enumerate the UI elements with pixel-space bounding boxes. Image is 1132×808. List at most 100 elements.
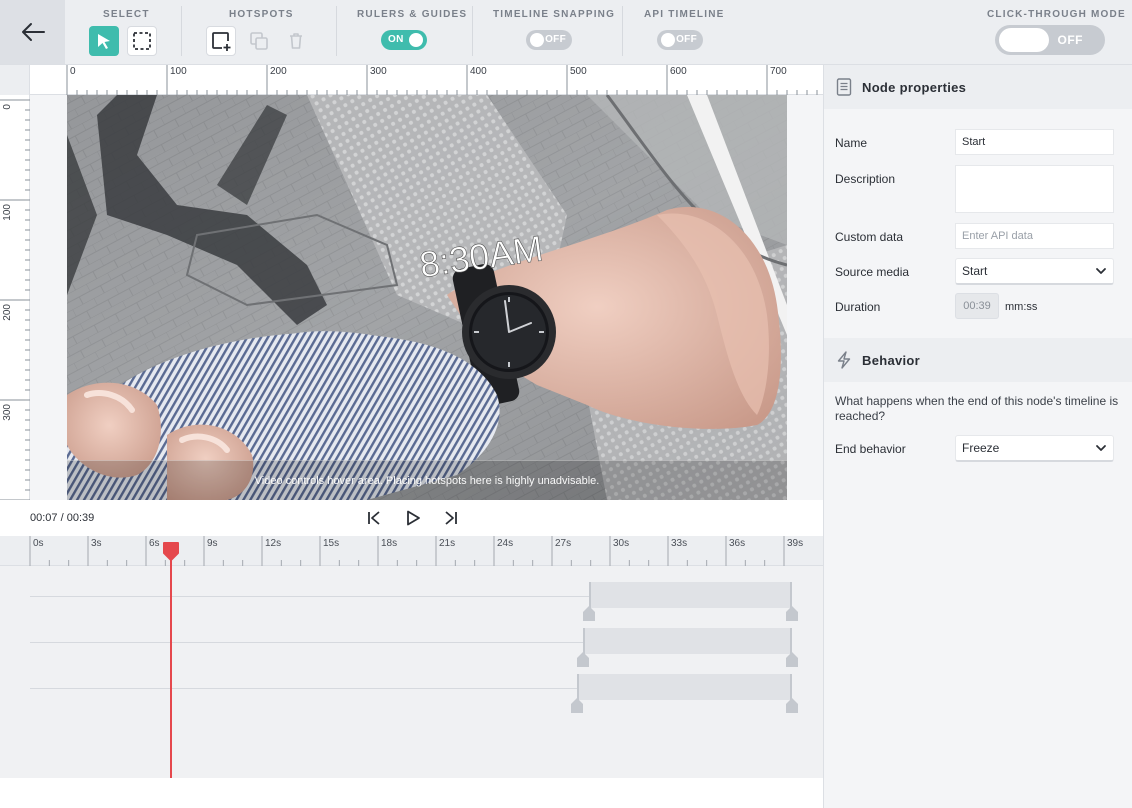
playhead-handle[interactable]	[162, 541, 180, 561]
vertical-ruler-ticks	[0, 99, 30, 500]
duration-label: Duration	[835, 300, 881, 314]
custom-data-input[interactable]: Enter API data	[955, 223, 1114, 249]
chevron-down-icon	[1096, 268, 1106, 274]
toggle-knob	[661, 33, 675, 47]
vertical-ruler[interactable]: 0 100 200 300	[0, 95, 30, 500]
behavior-header: Behavior	[824, 338, 1132, 382]
horizontal-ruler-ticks	[66, 65, 818, 95]
hotspot-end-handle[interactable]	[786, 606, 798, 621]
timeline-tick-label: 12s	[265, 538, 282, 549]
ruler-tick-label: 100	[2, 204, 13, 221]
toolbar-separator	[181, 6, 182, 56]
ruler-tick-label: 200	[270, 66, 287, 77]
trash-icon	[290, 33, 302, 49]
delete-hotspot-button[interactable]	[281, 26, 311, 56]
hotspot-timeline-bar[interactable]	[577, 674, 792, 700]
timeline-tick-label: 33s	[671, 538, 688, 549]
hotspot-end-handle[interactable]	[786, 652, 798, 667]
ruler-tick-label: 0	[70, 66, 76, 77]
ruler-tick-label: 400	[470, 66, 487, 77]
back-button[interactable]	[0, 0, 65, 64]
playhead-line[interactable]	[170, 558, 173, 778]
lightning-icon	[837, 351, 851, 369]
clickthrough-toggle[interactable]: OFF	[995, 25, 1105, 55]
marquee-select-button[interactable]	[127, 26, 157, 56]
add-hotspot-icon	[212, 32, 231, 51]
toolbar: SELECT HOTSPOTS RULERS & GUIDES ON TIMEL…	[0, 0, 1132, 65]
custom-data-label: Custom data	[835, 230, 904, 244]
time-separator: /	[57, 512, 67, 524]
copy-icon	[250, 32, 268, 50]
pointer-tool-button[interactable]	[89, 26, 119, 56]
play-button[interactable]	[403, 508, 423, 528]
hotspot-end-handle[interactable]	[786, 698, 798, 713]
rulers-toggle[interactable]: ON	[381, 30, 427, 50]
marquee-select-icon	[133, 32, 151, 50]
timeline-tick-label: 9s	[207, 538, 218, 549]
skip-to-end-button[interactable]	[441, 508, 461, 528]
timeline-tick-label: 30s	[613, 538, 630, 549]
snapping-toggle[interactable]: OFF	[526, 30, 572, 50]
skip-back-icon	[368, 511, 380, 525]
video-frame[interactable]: 8:30AM Video controls hover area. Placin…	[67, 95, 787, 500]
duplicate-hotspot-button[interactable]	[244, 26, 274, 56]
time-readout: 00:07 / 00:39	[30, 512, 94, 524]
skip-to-start-button[interactable]	[364, 508, 384, 528]
canvas-area[interactable]: 8:30AM Video controls hover area. Placin…	[30, 95, 823, 500]
name-input[interactable]: Start	[955, 129, 1114, 155]
toolbar-separator	[622, 6, 623, 56]
play-icon	[407, 510, 420, 526]
editor-app: SELECT HOTSPOTS RULERS & GUIDES ON TIMEL…	[0, 0, 1132, 808]
horizontal-ruler[interactable]: 0 100 200 300 400 500 600 700	[0, 65, 823, 95]
video-controls-hover-area: Video controls hover area. Placing hotsp…	[67, 460, 787, 500]
ruler-tick-label: 300	[370, 66, 387, 77]
duration-field: 00:39	[955, 293, 999, 319]
document-icon	[836, 78, 852, 96]
video-still: 8:30AM	[67, 95, 787, 500]
hotspot-start-handle[interactable]	[576, 652, 589, 667]
total-time: 00:39	[66, 512, 95, 524]
end-behavior-select[interactable]: Freeze	[955, 435, 1114, 462]
description-label: Description	[835, 172, 896, 186]
timeline-footer	[0, 778, 823, 808]
end-behavior-value: Freeze	[962, 441, 1000, 455]
hover-area-notice: Video controls hover area. Placing hotsp…	[254, 474, 600, 487]
timeline-track-line	[30, 596, 589, 597]
timeline-tick-label: 21s	[439, 538, 456, 549]
timeline-track-line	[30, 688, 578, 689]
toggle-knob	[999, 28, 1049, 52]
api-timeline-toggle[interactable]: OFF	[657, 30, 703, 50]
node-properties-header: Node properties	[824, 65, 1132, 109]
ruler-tick-label: 500	[570, 66, 587, 77]
ruler-tick-label: 700	[770, 66, 787, 77]
skip-forward-icon	[445, 511, 457, 525]
node-properties-title: Node properties	[862, 80, 967, 95]
timeline-tracks[interactable]	[0, 566, 823, 778]
toggle-knob	[409, 33, 423, 47]
properties-panel: Node properties Name Start Description C…	[823, 65, 1132, 808]
timeline-track-line	[30, 642, 583, 643]
hotspot-timeline-bar[interactable]	[588, 582, 792, 608]
timeline-tick-label: 15s	[323, 538, 340, 549]
toolbar-separator	[336, 6, 337, 56]
rulers-toggle-state: ON	[388, 34, 404, 45]
description-input[interactable]	[955, 165, 1114, 213]
hotspot-timeline-bar[interactable]	[582, 628, 792, 654]
timeline-tick-label: 6s	[149, 538, 160, 549]
timeline-tick-label: 0s	[33, 538, 44, 549]
name-label: Name	[835, 136, 868, 150]
hotspot-start-handle[interactable]	[571, 698, 584, 713]
hotspots-group-label: HOTSPOTS	[229, 9, 294, 20]
ruler-tick-label: 200	[2, 304, 13, 321]
toolbar-separator	[472, 6, 473, 56]
source-media-select[interactable]: Start	[955, 258, 1114, 285]
timeline-ruler[interactable]: 0s 3s 6s 9s 12s 15s 18s 21s 24s 27s 30s 33s 36s 39s	[0, 536, 823, 566]
timeline-tick-label: 39s	[787, 538, 804, 549]
clickthrough-label: CLICK-THROUGH MODE	[987, 9, 1126, 20]
api-group-label: API TIMELINE	[644, 9, 725, 20]
hotspot-start-handle[interactable]	[582, 606, 595, 621]
timeline-tick-label: 18s	[381, 538, 398, 549]
source-media-value: Start	[962, 264, 988, 278]
chevron-down-icon	[1096, 445, 1106, 451]
add-hotspot-button[interactable]	[206, 26, 236, 56]
